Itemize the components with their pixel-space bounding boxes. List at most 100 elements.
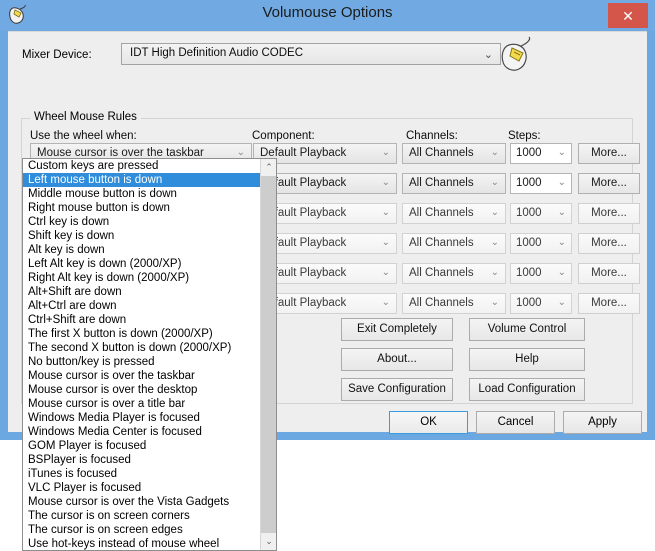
steps-select-6-value: 1000: [516, 297, 542, 309]
dropdown-item[interactable]: Mouse cursor is over the taskbar: [23, 369, 261, 383]
steps-select-2[interactable]: 1000 ⌄: [510, 173, 572, 194]
exit-completely-button[interactable]: Exit Completely: [341, 318, 453, 341]
column-header-when: Use the wheel when:: [30, 130, 137, 142]
channels-select-1-value: All Channels: [409, 147, 474, 159]
column-header-component: Component:: [252, 130, 315, 142]
scrollbar-thumb[interactable]: [261, 176, 276, 533]
dropdown-item[interactable]: Use hot-keys instead of mouse wheel: [23, 537, 261, 550]
when-condition-dropdown-list[interactable]: Custom keys are pressed Left mouse button…: [22, 158, 277, 551]
column-header-steps: Steps:: [508, 130, 541, 142]
dropdown-item[interactable]: The second X button is down (2000/XP): [23, 341, 261, 355]
steps-select-1[interactable]: 1000 ⌄: [510, 143, 572, 164]
steps-select-5[interactable]: 1000 ⌄: [510, 263, 572, 284]
steps-select-4-value: 1000: [516, 237, 542, 249]
chevron-down-icon: ⌄: [381, 237, 390, 248]
mixer-device-select[interactable]: IDT High Definition Audio CODEC ⌄: [121, 43, 501, 65]
dropdown-item[interactable]: GOM Player is focused: [23, 439, 261, 453]
dropdown-item[interactable]: Ctrl key is down: [23, 215, 261, 229]
dropdown-item[interactable]: Alt key is down: [23, 243, 261, 257]
chevron-down-icon: ⌄: [490, 147, 499, 158]
dropdown-scrollbar[interactable]: ⌃ ⌄: [260, 159, 276, 550]
steps-select-2-value: 1000: [516, 177, 542, 189]
chevron-down-icon: ⌄: [557, 297, 566, 308]
dropdown-item[interactable]: The cursor is on screen corners: [23, 509, 261, 523]
dropdown-item[interactable]: The first X button is down (2000/XP): [23, 327, 261, 341]
apply-button[interactable]: Apply: [563, 411, 642, 434]
dropdown-item[interactable]: Ctrl+Shift are down: [23, 313, 261, 327]
chevron-down-icon: ⌄: [381, 297, 390, 308]
channels-select-5[interactable]: All Channels ⌄: [402, 263, 506, 284]
channels-select-5-value: All Channels: [409, 267, 474, 279]
channels-select-4-value: All Channels: [409, 237, 474, 249]
more-button-1[interactable]: More...: [578, 143, 640, 164]
dropdown-item[interactable]: Custom keys are pressed: [23, 159, 261, 173]
dropdown-items: Custom keys are pressed Left mouse button…: [23, 159, 261, 550]
channels-select-6-value: All Channels: [409, 297, 474, 309]
dropdown-item[interactable]: iTunes is focused: [23, 467, 261, 481]
help-button[interactable]: Help: [469, 348, 585, 371]
scroll-down-icon[interactable]: ⌄: [261, 533, 276, 550]
close-icon[interactable]: ✕: [608, 3, 648, 28]
channels-select-2[interactable]: All Channels ⌄: [402, 173, 506, 194]
ok-button[interactable]: OK: [389, 411, 468, 434]
mixer-device-label: Mixer Device:: [22, 49, 92, 61]
chevron-down-icon: ⌄: [490, 207, 499, 218]
more-button-6[interactable]: More...: [578, 293, 640, 314]
dropdown-item[interactable]: No button/key is pressed: [23, 355, 261, 369]
chevron-down-icon: ⌄: [381, 147, 390, 158]
more-button-5[interactable]: More...: [578, 263, 640, 284]
volume-control-button[interactable]: Volume Control: [469, 318, 585, 341]
dropdown-item[interactable]: The cursor is on screen edges: [23, 523, 261, 537]
column-header-channels: Channels:: [406, 130, 458, 142]
channels-select-2-value: All Channels: [409, 177, 474, 189]
chevron-down-icon: ⌄: [381, 177, 390, 188]
load-configuration-button[interactable]: Load Configuration: [469, 378, 585, 401]
more-button-2[interactable]: More...: [578, 173, 640, 194]
channels-select-3-value: All Channels: [409, 207, 474, 219]
dropdown-item[interactable]: Left mouse button is down: [23, 173, 261, 187]
mouse-decoration-icon: [498, 36, 540, 74]
chevron-down-icon: ⌄: [490, 237, 499, 248]
channels-select-4[interactable]: All Channels ⌄: [402, 233, 506, 254]
chevron-down-icon: ⌄: [557, 177, 566, 188]
chevron-down-icon: ⌄: [381, 207, 390, 218]
dropdown-item[interactable]: Mouse cursor is over the desktop: [23, 383, 261, 397]
dropdown-item[interactable]: Alt+Ctrl are down: [23, 299, 261, 313]
steps-select-3[interactable]: 1000 ⌄: [510, 203, 572, 224]
dropdown-item[interactable]: Alt+Shift are down: [23, 285, 261, 299]
steps-select-3-value: 1000: [516, 207, 542, 219]
more-button-3[interactable]: More...: [578, 203, 640, 224]
dropdown-item[interactable]: Windows Media Center is focused: [23, 425, 261, 439]
chevron-down-icon: ⌄: [557, 267, 566, 278]
channels-select-3[interactable]: All Channels ⌄: [402, 203, 506, 224]
chevron-down-icon: ⌄: [557, 237, 566, 248]
group-legend: Wheel Mouse Rules: [30, 111, 141, 123]
dropdown-item[interactable]: Shift key is down: [23, 229, 261, 243]
channels-select-6[interactable]: All Channels ⌄: [402, 293, 506, 314]
more-button-4[interactable]: More...: [578, 233, 640, 254]
chevron-down-icon: ⌄: [490, 177, 499, 188]
steps-select-6[interactable]: 1000 ⌄: [510, 293, 572, 314]
dropdown-item[interactable]: BSPlayer is focused: [23, 453, 261, 467]
dropdown-item[interactable]: Right mouse button is down: [23, 201, 261, 215]
dropdown-item[interactable]: Middle mouse button is down: [23, 187, 261, 201]
title-bar: Volumouse Options ✕: [0, 0, 655, 31]
window-title: Volumouse Options: [262, 4, 393, 21]
chevron-down-icon: ⌄: [557, 147, 566, 158]
chevron-down-icon: ⌄: [381, 267, 390, 278]
channels-select-1[interactable]: All Channels ⌄: [402, 143, 506, 164]
dropdown-item[interactable]: Mouse cursor is over a title bar: [23, 397, 261, 411]
dropdown-item[interactable]: VLC Player is focused: [23, 481, 261, 495]
dropdown-item[interactable]: Windows Media Player is focused: [23, 411, 261, 425]
steps-select-5-value: 1000: [516, 267, 542, 279]
about-button[interactable]: About...: [341, 348, 453, 371]
scroll-up-icon[interactable]: ⌃: [261, 159, 276, 176]
cancel-button[interactable]: Cancel: [476, 411, 555, 434]
dropdown-item[interactable]: Left Alt key is down (2000/XP): [23, 257, 261, 271]
chevron-down-icon: ⌄: [490, 267, 499, 278]
dropdown-item[interactable]: Right Alt key is down (2000/XP): [23, 271, 261, 285]
save-configuration-button[interactable]: Save Configuration: [341, 378, 453, 401]
steps-select-4[interactable]: 1000 ⌄: [510, 233, 572, 254]
dropdown-item[interactable]: Mouse cursor is over the Vista Gadgets: [23, 495, 261, 509]
chevron-down-icon: ⌄: [557, 207, 566, 218]
